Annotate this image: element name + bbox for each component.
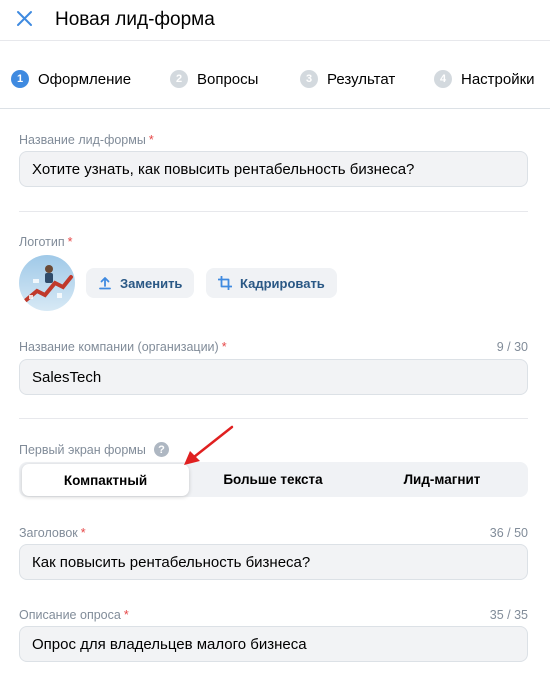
- logo-label-text: Логотип: [19, 235, 65, 249]
- step-design[interactable]: 1 Оформление: [11, 69, 131, 89]
- company-label: Название компании (организации) *: [19, 340, 227, 354]
- description-input[interactable]: Опрос для владельцев малого бизнеса: [19, 626, 528, 662]
- replace-label: Заменить: [120, 275, 183, 291]
- replace-logo-button[interactable]: Заменить: [86, 268, 195, 298]
- step-questions[interactable]: 2 Вопросы: [170, 69, 258, 89]
- required-mark: *: [221, 340, 227, 354]
- close-button[interactable]: [12, 6, 38, 32]
- page-title: Новая лид-форма: [55, 9, 215, 30]
- step-number: 4: [434, 70, 452, 88]
- step-label: Настройки: [461, 70, 535, 88]
- heading-input[interactable]: Как повысить рентабельность бизнеса?: [19, 544, 528, 580]
- step-number: 1: [11, 70, 29, 88]
- description-label: Описание опроса *: [19, 608, 129, 622]
- description-label-text: Описание опроса: [19, 608, 121, 622]
- divider: [19, 211, 528, 212]
- required-mark: *: [80, 526, 86, 540]
- upload-icon: [99, 277, 111, 290]
- segment-more-text[interactable]: Больше текста: [189, 462, 357, 497]
- first-screen-selector: Компактный Больше текста Лид-магнит: [19, 462, 528, 497]
- form-name-label: Название лид-формы *: [19, 133, 154, 147]
- heading-counter: 36 / 50: [489, 526, 528, 540]
- logo-image: [19, 255, 75, 311]
- step-label: Результат: [327, 70, 396, 88]
- step-result[interactable]: 3 Результат: [300, 69, 395, 89]
- heading-label: Заголовок *: [19, 526, 86, 540]
- required-mark: *: [148, 133, 154, 147]
- step-label: Вопросы: [197, 70, 259, 88]
- close-icon: [17, 11, 32, 26]
- crop-logo-button[interactable]: Кадрировать: [206, 268, 337, 298]
- help-icon[interactable]: ?: [154, 442, 169, 457]
- first-screen-label: Первый экран формы: [19, 443, 146, 457]
- header: Новая лид-форма: [0, 0, 550, 40]
- heading-label-text: Заголовок: [19, 526, 78, 540]
- logo-label: Логотип *: [19, 235, 72, 249]
- company-input[interactable]: SalesTech: [19, 359, 528, 395]
- crop-label: Кадрировать: [240, 275, 325, 291]
- description-counter: 35 / 35: [489, 608, 528, 622]
- step-label: Оформление: [38, 70, 132, 88]
- crop-icon: [218, 276, 232, 290]
- step-settings[interactable]: 4 Настройки: [434, 69, 535, 89]
- step-number: 3: [300, 70, 318, 88]
- required-mark: *: [123, 608, 129, 622]
- required-mark: *: [67, 235, 73, 249]
- segment-lead-magnet[interactable]: Лид-магнит: [357, 462, 527, 497]
- form-name-label-text: Название лид-формы: [19, 133, 146, 147]
- divider: [19, 418, 528, 419]
- company-counter: 9 / 30: [496, 340, 528, 354]
- form-name-input[interactable]: Хотите узнать, как повысить рентабельнос…: [19, 151, 528, 187]
- stepper: 1 Оформление 2 Вопросы 3 Результат 4 Нас…: [0, 40, 550, 109]
- step-number: 2: [170, 70, 188, 88]
- company-label-text: Название компании (организации): [19, 340, 219, 354]
- segment-compact[interactable]: Компактный: [22, 464, 189, 496]
